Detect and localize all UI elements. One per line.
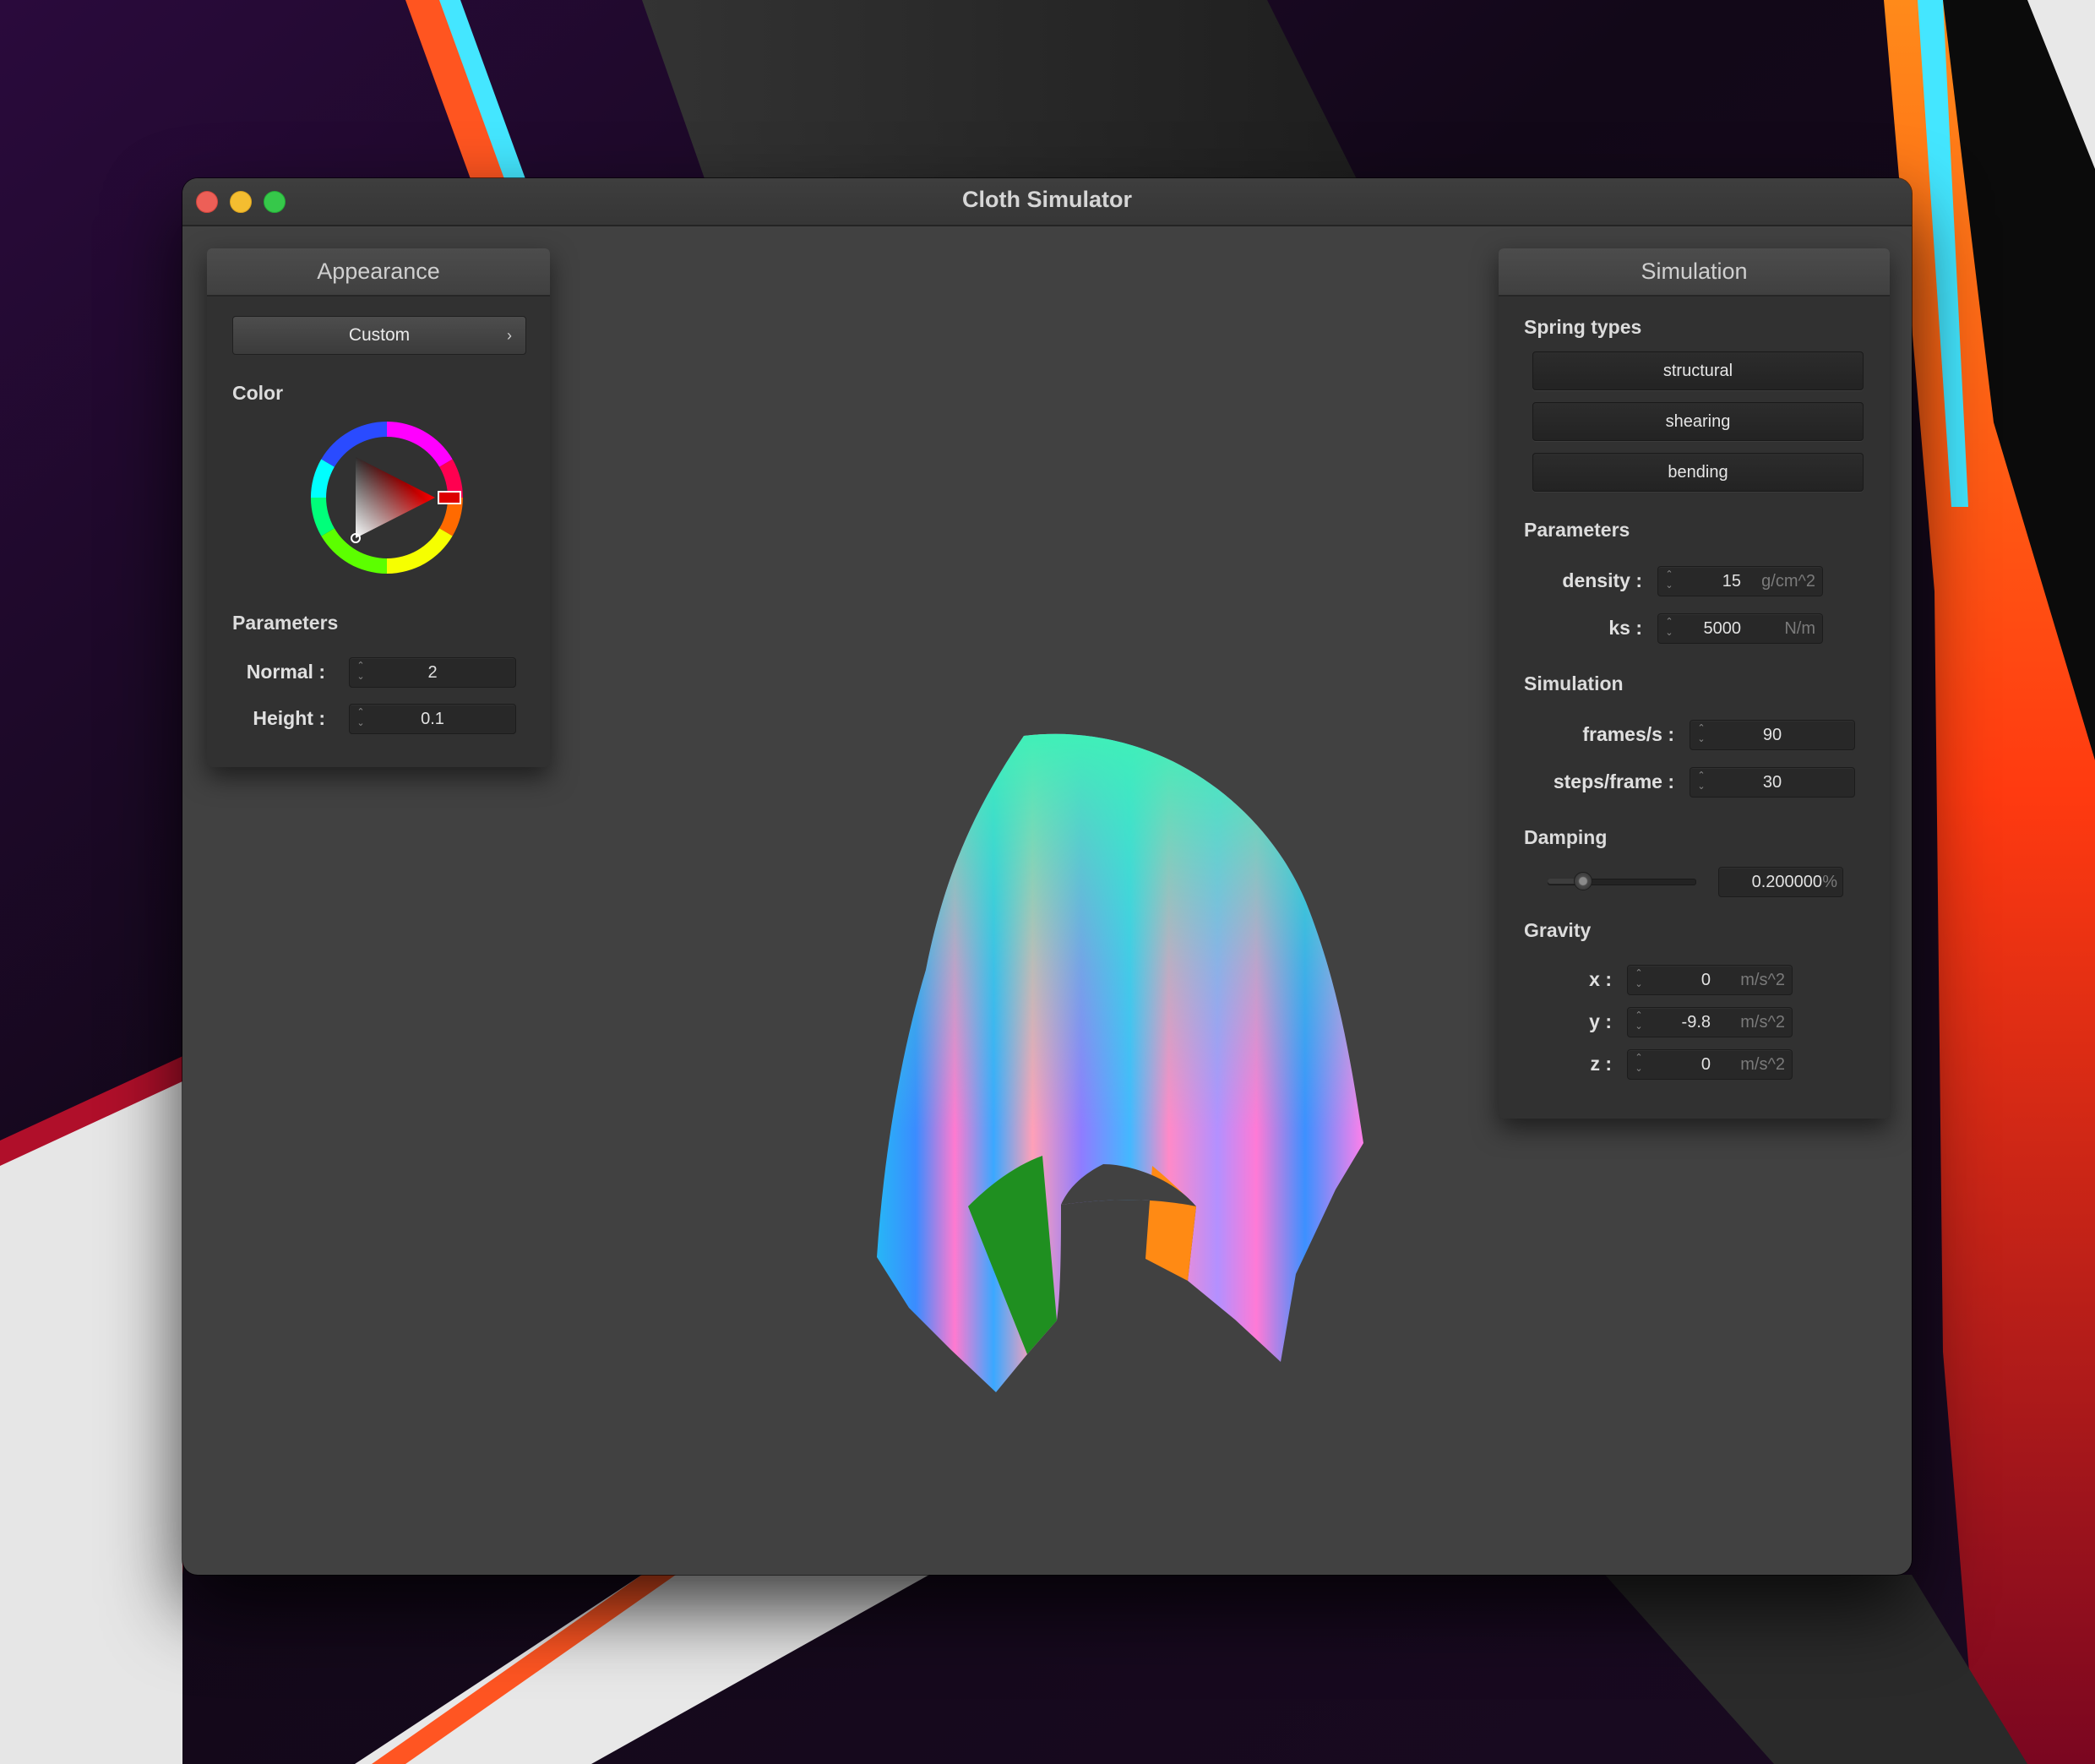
spring-structural-button[interactable]: structural [1532, 351, 1864, 390]
preset-dropdown[interactable]: Custom › [232, 316, 526, 355]
ks-unit: N/m [1784, 619, 1815, 638]
gravity-y-label: y : [1589, 1010, 1612, 1032]
ks-label: ks : [1608, 617, 1642, 639]
gravity-x-label: x : [1589, 968, 1612, 990]
damping-input[interactable]: 0.200000 % [1718, 867, 1843, 897]
density-input[interactable]: ⌃ ⌄ 15 g/cm^2 [1657, 566, 1823, 596]
spring-bending-button[interactable]: bending [1532, 453, 1864, 492]
app-window: Cloth Simulator Appearance Custom › Colo… [182, 178, 1912, 1575]
spin-arrows-icon[interactable]: ⌃ ⌄ [1663, 569, 1675, 593]
spin-arrows-icon[interactable]: ⌃ ⌄ [1663, 617, 1675, 640]
fps-value: 90 [1762, 726, 1782, 744]
appearance-panel: Appearance Custom › Color Parameters Nor… [207, 248, 550, 767]
slider-knob[interactable] [1573, 872, 1592, 890]
chevron-right-icon: › [507, 327, 512, 344]
normal-value: 2 [427, 663, 438, 682]
normal-input[interactable]: ⌃ ⌄ 2 [349, 657, 516, 688]
title-bar[interactable]: Cloth Simulator [182, 178, 1912, 226]
cloth-mesh [877, 733, 1363, 1392]
gravity-x-input[interactable]: ⌃ ⌄ 0 m/s^2 [1627, 965, 1793, 995]
color-label: Color [232, 382, 284, 404]
gravity-z-input[interactable]: ⌃ ⌄ 0 m/s^2 [1627, 1049, 1793, 1080]
sim-params-label: Parameters [1524, 519, 1630, 541]
simulation-header: Simulation [1499, 248, 1890, 297]
gravity-y-value: -9.8 [1681, 1013, 1711, 1032]
fps-input[interactable]: ⌃ ⌄ 90 [1690, 720, 1855, 750]
height-label: Height : [253, 707, 325, 729]
ks-input[interactable]: ⌃ ⌄ 5000 N/m [1657, 613, 1823, 644]
density-value: 15 [1722, 572, 1741, 591]
sim-section-label: Simulation [1524, 672, 1624, 694]
gravity-label: Gravity [1524, 919, 1592, 941]
spring-shearing-button[interactable]: shearing [1532, 402, 1864, 441]
window-title: Cloth Simulator [962, 187, 1132, 212]
gravity-x-value: 0 [1700, 971, 1711, 989]
gravity-x-unit: m/s^2 [1740, 971, 1785, 989]
steps-input[interactable]: ⌃ ⌄ 30 [1690, 767, 1855, 798]
preset-label: Custom [348, 325, 411, 345]
damping-label: Damping [1524, 826, 1608, 848]
gravity-z-unit: m/s^2 [1740, 1055, 1785, 1074]
appearance-header: Appearance [207, 248, 550, 297]
ks-value: 5000 [1703, 619, 1742, 638]
simulation-panel: Simulation Spring types structural shear… [1499, 248, 1890, 1119]
steps-label: steps/frame : [1553, 770, 1674, 792]
spin-arrows-icon[interactable]: ⌃ ⌄ [1633, 1010, 1645, 1034]
appearance-params-label: Parameters [232, 612, 339, 634]
damping-unit: % [1822, 873, 1837, 891]
steps-value: 30 [1762, 773, 1782, 792]
gravity-z-label: z : [1590, 1053, 1612, 1075]
height-value: 0.1 [421, 710, 444, 728]
density-label: density : [1562, 569, 1642, 591]
color-wheel[interactable] [307, 417, 467, 578]
normal-label: Normal : [246, 661, 325, 683]
gravity-y-input[interactable]: ⌃ ⌄ -9.8 m/s^2 [1627, 1007, 1793, 1037]
spin-arrows-icon[interactable]: ⌃ ⌄ [1633, 968, 1645, 992]
damping-slider[interactable] [1548, 872, 1696, 890]
spin-arrows-icon[interactable]: ⌃ ⌄ [1633, 1053, 1645, 1076]
height-input[interactable]: ⌃ ⌄ 0.1 [349, 704, 516, 734]
damping-value: 0.200000 [1751, 873, 1822, 891]
gravity-z-value: 0 [1700, 1055, 1711, 1074]
fps-label: frames/s : [1582, 723, 1674, 745]
spring-types-label: Spring types [1524, 316, 1642, 338]
density-unit: g/cm^2 [1761, 572, 1815, 591]
gravity-y-unit: m/s^2 [1740, 1013, 1785, 1032]
